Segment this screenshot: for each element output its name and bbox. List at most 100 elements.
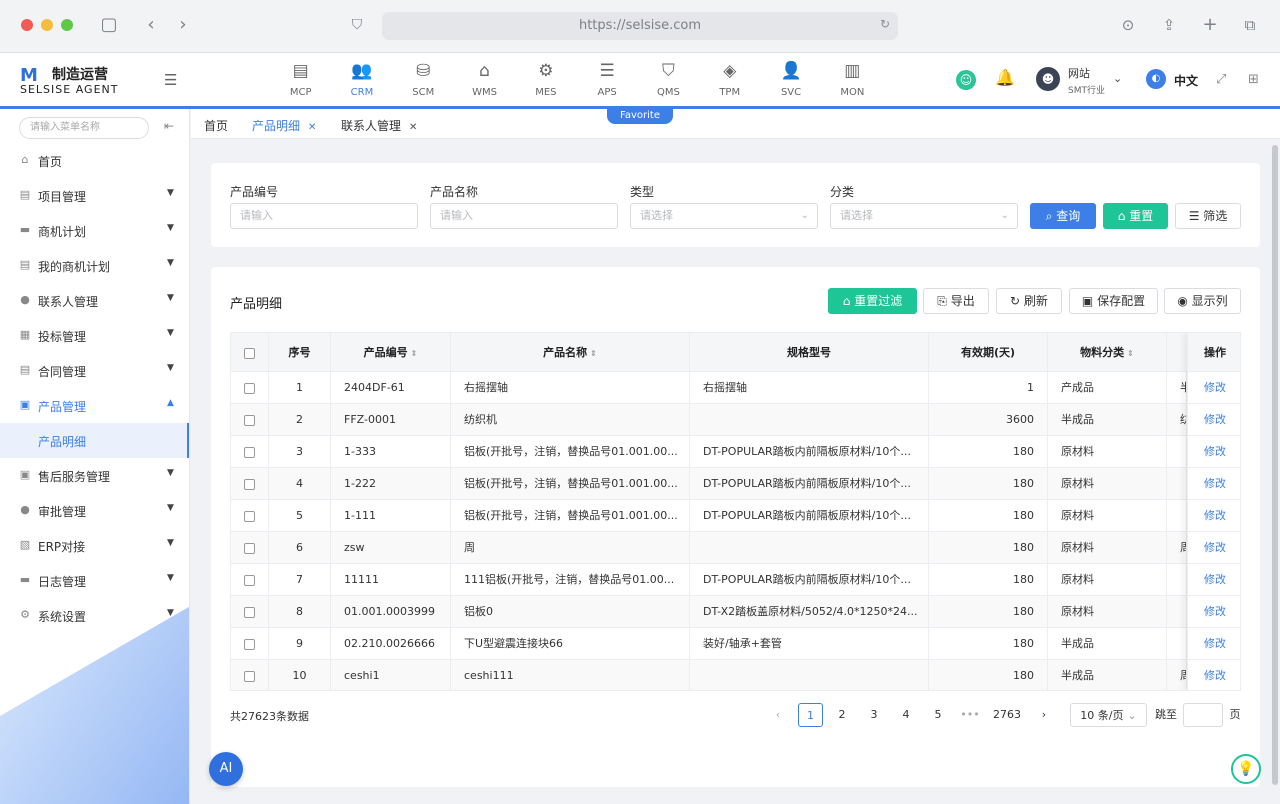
show-columns-button[interactable]: ◉ 显示列	[1164, 288, 1241, 314]
module-tpm[interactable]: ◈ TPM	[699, 58, 760, 98]
page-5[interactable]: 5	[927, 703, 949, 727]
close-window-button[interactable]	[21, 19, 33, 31]
avatar[interactable]: ☻	[1036, 67, 1060, 91]
forward-icon[interactable]: ›	[171, 13, 195, 37]
sort-icon[interactable]: ⇕	[590, 349, 597, 358]
table-row[interactable]: 12404DF-61右摇摆轴右摇摆轴1产成品半	[231, 372, 1240, 404]
row-checkbox[interactable]	[244, 478, 255, 490]
module-mcp[interactable]: ▤ MCP	[270, 58, 331, 98]
sidebar-item-my-opportunities[interactable]: ▤ 我的商机计划 ▼	[0, 248, 189, 283]
select-all-checkbox[interactable]	[244, 347, 255, 359]
row-checkbox[interactable]	[244, 510, 255, 522]
page-3[interactable]: 3	[863, 703, 885, 727]
table-row[interactable]: 9 02.210.0026666 下U型避震连接块66 装好/轴承+套管 180 半成品	[231, 628, 1240, 660]
user-name[interactable]: 网站	[1068, 65, 1090, 81]
row-checkbox[interactable]	[244, 542, 255, 554]
chevron-down-icon[interactable]: ⌄	[1113, 72, 1122, 85]
tab-home[interactable]: 首页	[204, 117, 228, 134]
grid-icon[interactable]: ⊞	[1248, 72, 1259, 87]
edit-link[interactable]: 修改	[1188, 532, 1240, 564]
edit-link[interactable]: 修改	[1188, 436, 1240, 468]
page-2[interactable]: 2	[831, 703, 853, 727]
sidebar-item-contacts[interactable]: ● 联系人管理 ▼	[0, 283, 189, 318]
reload-icon[interactable]: ↻	[880, 17, 890, 31]
page-scrollbar[interactable]	[1272, 145, 1278, 785]
table-row[interactable]: 2FFZ-0001纺织机 3600半成品纺	[231, 404, 1240, 436]
export-button[interactable]: ⎘ 导出	[923, 288, 989, 314]
refresh-button[interactable]: ↻ 刷新	[996, 288, 1062, 314]
next-page-icon[interactable]: ›	[1034, 703, 1054, 727]
reset-button[interactable]: ⌂ 重置	[1103, 203, 1168, 229]
goto-page-input[interactable]	[1183, 703, 1223, 727]
sidebar-subitem-product-detail[interactable]: 产品明细	[0, 423, 189, 458]
module-svc[interactable]: 👤 SVC	[760, 58, 821, 98]
row-checkbox[interactable]	[244, 574, 255, 586]
sidebar-item-approvals[interactable]: ● 审批管理 ▼	[0, 493, 189, 528]
table-row[interactable]: 5 1-111 铝板(开批号，注销，替换品号01.001.00... DT-POPUL…	[231, 500, 1240, 532]
page-1[interactable]: 1	[798, 703, 823, 727]
lightbulb-icon[interactable]: 💡	[1231, 754, 1261, 784]
module-scm[interactable]: ⛁ SCM	[393, 58, 454, 98]
row-checkbox[interactable]	[244, 638, 255, 650]
column-header-name[interactable]: 产品名称 ⇕	[451, 333, 690, 372]
minimize-window-button[interactable]	[41, 19, 53, 31]
query-button[interactable]: ⌕ 查询	[1030, 203, 1096, 229]
tab-contacts[interactable]: 联系人管理 ✕	[341, 117, 417, 134]
table-row[interactable]: 10ceshi1ceshi111 180半成品周	[231, 660, 1240, 690]
edit-link[interactable]: 修改	[1188, 660, 1240, 690]
sidebar-item-logs[interactable]: ▬ 日志管理 ▼	[0, 563, 189, 598]
collapse-sidebar-icon[interactable]: ⇤	[164, 119, 174, 133]
row-checkbox[interactable]	[244, 670, 255, 682]
row-checkbox[interactable]	[244, 606, 255, 618]
new-tab-icon[interactable]: +	[1198, 13, 1222, 37]
menu-toggle-icon[interactable]: ☰	[164, 71, 177, 89]
prev-page-icon[interactable]: ‹	[768, 703, 788, 727]
bell-icon[interactable]: 🔔	[995, 68, 1015, 87]
edit-link[interactable]: 修改	[1188, 596, 1240, 628]
menu-search-input[interactable]: 请输入菜单名称	[19, 117, 149, 139]
filter-button[interactable]: ☰ 筛选	[1175, 203, 1241, 229]
sidebar-item-opportunities[interactable]: ▬ 商机计划 ▼	[0, 213, 189, 248]
back-icon[interactable]: ‹	[139, 13, 163, 37]
table-row[interactable]: 8 01.001.0003999 铝板0 DT-X2踏板盖原材料/5052/4.0*1…	[231, 596, 1240, 628]
edit-link[interactable]: 修改	[1188, 468, 1240, 500]
close-icon[interactable]: ✕	[308, 122, 316, 133]
sidebar-toggle-icon[interactable]: ▢	[97, 13, 121, 37]
edit-link[interactable]: 修改	[1188, 628, 1240, 660]
edit-link[interactable]: 修改	[1188, 500, 1240, 532]
table-row[interactable]: 3 1-333 铝板(开批号，注销，替换品号01.001.00... DT-POPUL…	[231, 436, 1240, 468]
globe-icon[interactable]: ◐	[1146, 69, 1166, 89]
maximize-window-button[interactable]	[61, 19, 73, 31]
row-checkbox[interactable]	[244, 446, 255, 458]
address-bar[interactable]: https://selsise.com ↻	[382, 12, 898, 40]
row-checkbox[interactable]	[244, 414, 255, 426]
module-qms[interactable]: ⛉ QMS	[638, 58, 699, 98]
sidebar-item-erp[interactable]: ▧ ERP对接 ▼	[0, 528, 189, 563]
sidebar-item-after-sales[interactable]: ▣ 售后服务管理 ▼	[0, 458, 189, 493]
edit-link[interactable]: 修改	[1188, 564, 1240, 596]
edit-link[interactable]: 修改	[1188, 404, 1240, 436]
favorite-tab[interactable]: Favorite	[607, 108, 673, 124]
sidebar-item-contracts[interactable]: ▤ 合同管理 ▼	[0, 353, 189, 388]
module-mes[interactable]: ⚙ MES	[515, 58, 576, 98]
type-select[interactable]: 请选择 ⌄	[630, 203, 818, 229]
module-wms[interactable]: ⌂ WMS	[454, 58, 515, 98]
sort-icon[interactable]: ⇕	[411, 349, 418, 358]
smile-icon[interactable]: ☺	[956, 70, 976, 90]
module-crm[interactable]: 👥 CRM	[331, 58, 392, 98]
column-header-code[interactable]: 产品编号 ⇕	[331, 333, 451, 372]
table-row[interactable]: 7 11111 111铝板(开批号，注销，替换品号01.00... DT-POPULA…	[231, 564, 1240, 596]
row-checkbox[interactable]	[244, 382, 255, 394]
tabs-overview-icon[interactable]: ⧉	[1238, 13, 1262, 37]
language-switch[interactable]: 中文	[1174, 72, 1198, 89]
sidebar-item-bids[interactable]: ▦ 投标管理 ▼	[0, 318, 189, 353]
table-row[interactable]: 6zsw周180原材料周	[231, 532, 1240, 564]
shield-icon[interactable]: ⛉	[345, 13, 369, 37]
share-icon[interactable]: ⇪	[1157, 13, 1181, 37]
module-mon[interactable]: ▥ MON	[822, 58, 883, 98]
column-header-category[interactable]: 物料分类 ⇕	[1048, 333, 1167, 372]
category-select[interactable]: 请选择 ⌄	[830, 203, 1018, 229]
page-ellipsis[interactable]: •••	[957, 703, 983, 727]
sidebar-item-projects[interactable]: ▤ 项目管理 ▼	[0, 178, 189, 213]
tab-product-detail[interactable]: 产品明细 ✕	[252, 117, 316, 134]
